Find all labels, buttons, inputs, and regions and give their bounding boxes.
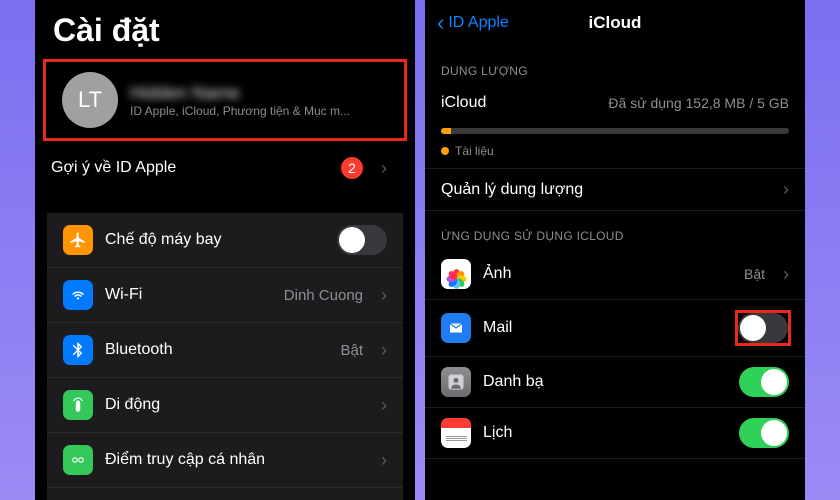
wifi-icon <box>63 280 93 310</box>
avatar: LT <box>62 72 118 128</box>
storage-bar <box>441 128 789 134</box>
icloud-screen: ‹ ID Apple iCloud DUNG LƯỢNG iCloud Đã s… <box>425 0 805 500</box>
settings-screen: Cài đặt LT Hidden Name ID Apple, iCloud,… <box>35 0 415 500</box>
bluetooth-icon <box>63 335 93 365</box>
storage-usage: Đã sử dụng 152,8 MB / 5 GB <box>608 95 789 111</box>
suggestion-label: Gợi ý về ID Apple <box>51 159 329 177</box>
profile-name: Hidden Name <box>130 83 388 104</box>
contacts-row[interactable]: Danh bạ <box>425 357 805 408</box>
airplane-label: Chế độ máy bay <box>105 231 325 249</box>
profile-subtitle: ID Apple, iCloud, Phương tiện & Mục m... <box>130 104 388 118</box>
mail-label: Mail <box>483 319 723 337</box>
hotspot-icon <box>63 445 93 475</box>
bluetooth-label: Bluetooth <box>105 341 328 359</box>
bluetooth-value: Bật <box>340 342 363 359</box>
cellular-icon <box>63 390 93 420</box>
contacts-label: Danh bạ <box>483 373 727 391</box>
photos-row[interactable]: Ảnh Bật › <box>425 249 805 300</box>
storage-legend: Tài liệu <box>425 144 805 168</box>
bluetooth-row[interactable]: Bluetooth Bật › <box>47 323 403 378</box>
contacts-icon <box>441 367 471 397</box>
airplane-toggle[interactable] <box>337 225 387 255</box>
apple-id-suggestion-row[interactable]: Gợi ý về ID Apple 2 › <box>47 145 403 191</box>
cellular-label: Di động <box>105 396 363 414</box>
manage-storage-row[interactable]: Quản lý dung lượng › <box>425 168 805 211</box>
mail-toggle-highlight <box>735 310 791 346</box>
chevron-right-icon: › <box>381 340 387 361</box>
calendar-label: Lịch <box>483 424 727 442</box>
chevron-right-icon: › <box>381 285 387 306</box>
nav-title: iCloud <box>589 13 642 33</box>
photos-value: Bật <box>744 266 765 282</box>
photos-icon <box>441 259 471 289</box>
chevron-left-icon: ‹ <box>437 10 444 36</box>
page-title: Cài đặt <box>35 0 415 59</box>
wifi-value: Dinh Cuong <box>284 287 363 304</box>
wifi-row[interactable]: Wi-Fi Dinh Cuong › <box>47 268 403 323</box>
mail-toggle[interactable] <box>738 313 788 343</box>
storage-row: iCloud Đã sử dụng 152,8 MB / 5 GB <box>425 84 805 122</box>
storage-fill <box>441 128 451 134</box>
calendar-row[interactable]: Lịch <box>425 408 805 459</box>
profile-row[interactable]: LT Hidden Name ID Apple, iCloud, Phương … <box>43 59 407 141</box>
nav-bar: ‹ ID Apple iCloud <box>425 0 805 46</box>
chevron-right-icon: › <box>381 450 387 471</box>
airplane-icon <box>63 225 93 255</box>
cellular-row[interactable]: Di động › <box>47 378 403 433</box>
airplane-mode-row[interactable]: Chế độ máy bay <box>47 213 403 268</box>
back-label: ID Apple <box>448 14 508 32</box>
storage-header: DUNG LƯỢNG <box>425 46 805 84</box>
hotspot-label: Điểm truy cập cá nhân <box>105 451 363 469</box>
chevron-right-icon: › <box>381 158 387 179</box>
hotspot-row[interactable]: Điểm truy cập cá nhân › <box>47 433 403 488</box>
vpn-row[interactable]: VPN VPN <box>47 488 403 500</box>
wifi-label: Wi-Fi <box>105 286 272 304</box>
mail-icon <box>441 313 471 343</box>
photos-label: Ảnh <box>483 265 732 283</box>
mail-row[interactable]: Mail <box>425 300 805 357</box>
calendar-icon <box>441 418 471 448</box>
chevron-right-icon: › <box>783 179 789 200</box>
chevron-right-icon: › <box>381 395 387 416</box>
chevron-right-icon: › <box>783 264 789 285</box>
calendar-toggle[interactable] <box>739 418 789 448</box>
notification-badge: 2 <box>341 157 363 179</box>
storage-label: iCloud <box>441 94 596 112</box>
legend-label: Tài liệu <box>455 144 494 158</box>
profile-text: Hidden Name ID Apple, iCloud, Phương tiệ… <box>130 83 388 118</box>
contacts-toggle[interactable] <box>739 367 789 397</box>
back-button[interactable]: ‹ ID Apple <box>437 10 509 36</box>
legend-dot-icon <box>441 147 449 155</box>
apps-header: ỨNG DỤNG SỬ DỤNG ICLOUD <box>425 211 805 249</box>
manage-storage-label: Quản lý dung lượng <box>441 181 765 199</box>
